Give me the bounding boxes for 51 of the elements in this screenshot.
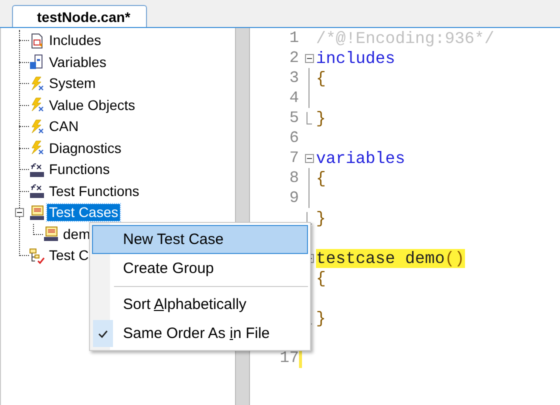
- code-line: {: [316, 168, 326, 188]
- line-number: 17: [278, 349, 299, 367]
- tree-item[interactable]: System: [47, 75, 98, 92]
- code-line: }: [316, 308, 326, 328]
- tree-item[interactable]: Includes: [47, 32, 104, 50]
- menu-item[interactable]: Sort Alphabetically: [92, 290, 308, 319]
- line-number: 2: [288, 49, 299, 67]
- lightning-icon: [29, 140, 45, 156]
- line-number: 7: [288, 149, 299, 167]
- fold-end: [306, 112, 312, 124]
- function-icon: [29, 183, 45, 200]
- line-number: 6: [288, 129, 299, 147]
- line-number: 5: [288, 109, 299, 127]
- code-line: /*@!Encoding:936*/: [316, 28, 494, 48]
- tree-item[interactable]: Test Functions: [47, 182, 142, 200]
- code-line: {: [316, 268, 326, 288]
- menu-item[interactable]: New Test Case: [92, 225, 308, 254]
- code-line: includes: [316, 48, 396, 68]
- menu-item[interactable]: Create Group: [92, 254, 308, 283]
- collapse-toggle[interactable]: [15, 208, 24, 218]
- line-number: 8: [288, 169, 299, 187]
- tree-item[interactable]: Variables: [47, 54, 108, 71]
- tree-item[interactable]: CAN: [47, 118, 81, 136]
- document-icon: [29, 32, 45, 49]
- code-line: testcase demo(): [316, 248, 465, 268]
- variables-icon: [29, 54, 45, 70]
- lightning-icon: [29, 118, 45, 135]
- testcase-icon: [29, 204, 45, 221]
- tree-item[interactable]: dem: [61, 226, 92, 243]
- file-tab[interactable]: testNode.can*: [12, 5, 148, 27]
- line-number: 1: [288, 29, 299, 47]
- tree-item[interactable]: Diagnostics: [47, 140, 124, 157]
- code-line: }: [316, 208, 326, 228]
- tree-check-icon: [29, 248, 45, 264]
- tree-item[interactable]: Functions: [47, 161, 112, 178]
- code-line: variables: [316, 148, 406, 168]
- fold-toggle[interactable]: [304, 54, 314, 62]
- menu-item[interactable]: Same Order As in File: [92, 319, 308, 348]
- code-line: {: [316, 68, 326, 88]
- lightning-icon: [29, 76, 45, 92]
- lightning-icon: [29, 97, 45, 114]
- code-line: }: [316, 108, 326, 128]
- tree-item[interactable]: Test Cases: [47, 204, 120, 222]
- line-number: 9: [288, 189, 299, 207]
- testcase-icon: [43, 226, 59, 242]
- line-number: 3: [288, 69, 299, 87]
- function-icon: [29, 162, 45, 178]
- line-number: 4: [288, 89, 299, 107]
- fold-toggle[interactable]: [304, 154, 314, 162]
- tree-item[interactable]: Test C: [47, 247, 91, 264]
- tree-item[interactable]: Value Objects: [47, 96, 138, 114]
